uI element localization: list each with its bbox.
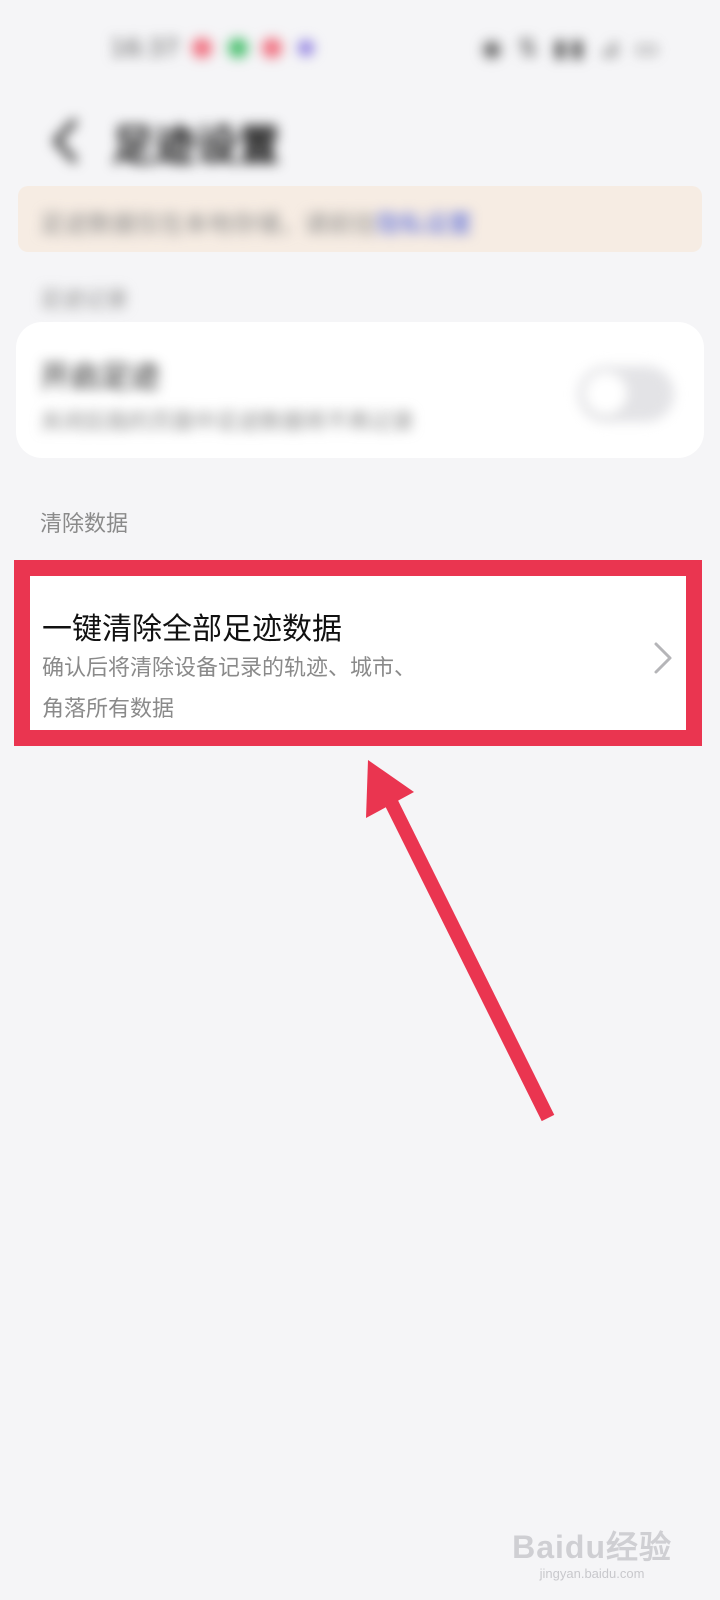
notification-icon bbox=[298, 40, 314, 56]
track-toggle-switch[interactable] bbox=[578, 366, 674, 422]
notification-icon bbox=[262, 38, 282, 58]
back-arrow-icon[interactable] bbox=[42, 116, 92, 166]
track-toggle-title: 开启足迹 bbox=[40, 360, 160, 395]
status-time: 16:37 bbox=[110, 34, 180, 62]
highlight-frame: 一键清除全部足迹数据 确认后将清除设备记录的轨迹、城市、 角落所有数据 bbox=[14, 560, 702, 746]
clear-all-data-row[interactable]: 一键清除全部足迹数据 确认后将清除设备记录的轨迹、城市、 角落所有数据 bbox=[30, 576, 686, 730]
notification-icon bbox=[192, 38, 212, 58]
status-bar: 16:37 ◉ ⇅ ▮▮ ⊿ ▭ bbox=[0, 0, 720, 90]
baidu-watermark: Baidu经验 jingyan.baidu.com bbox=[512, 1522, 672, 1581]
watermark-logo: Baidu经验 bbox=[512, 1529, 672, 1565]
notice-banner: 足迹数据仅在本地存储，请前往隐私设置 bbox=[18, 186, 702, 252]
watermark-url: jingyan.baidu.com bbox=[539, 1566, 645, 1581]
clear-all-data-desc: 确认后将清除设备记录的轨迹、城市、 角落所有数据 bbox=[42, 648, 482, 730]
chevron-right-icon bbox=[648, 638, 676, 678]
section-label-clear: 清除数据 bbox=[40, 512, 129, 537]
notice-text: 足迹数据仅在本地存储，请前往 bbox=[40, 210, 376, 238]
status-icons: ◉ ⇅ ▮▮ ⊿ ▭ bbox=[481, 34, 662, 62]
clear-all-data-title: 一键清除全部足迹数据 bbox=[42, 612, 342, 647]
track-toggle-row[interactable]: 开启足迹 关闭后我的页面中足迹数据将不再记录 bbox=[16, 322, 704, 458]
section-label-record: 足迹记录 bbox=[40, 288, 129, 313]
clear-all-data-desc-line1: 确认后将清除设备记录的轨迹、城市、 bbox=[42, 656, 417, 681]
page-title: 足迹设置 bbox=[112, 121, 281, 170]
privacy-settings-link[interactable]: 隐私设置 bbox=[376, 210, 472, 238]
track-toggle-subtitle: 关闭后我的页面中足迹数据将不再记录 bbox=[40, 410, 415, 435]
header: 足迹设置 bbox=[0, 90, 720, 190]
toggle-knob bbox=[584, 372, 628, 416]
notification-icon bbox=[228, 38, 248, 58]
clear-all-data-desc-line2: 角落所有数据 bbox=[42, 697, 175, 722]
